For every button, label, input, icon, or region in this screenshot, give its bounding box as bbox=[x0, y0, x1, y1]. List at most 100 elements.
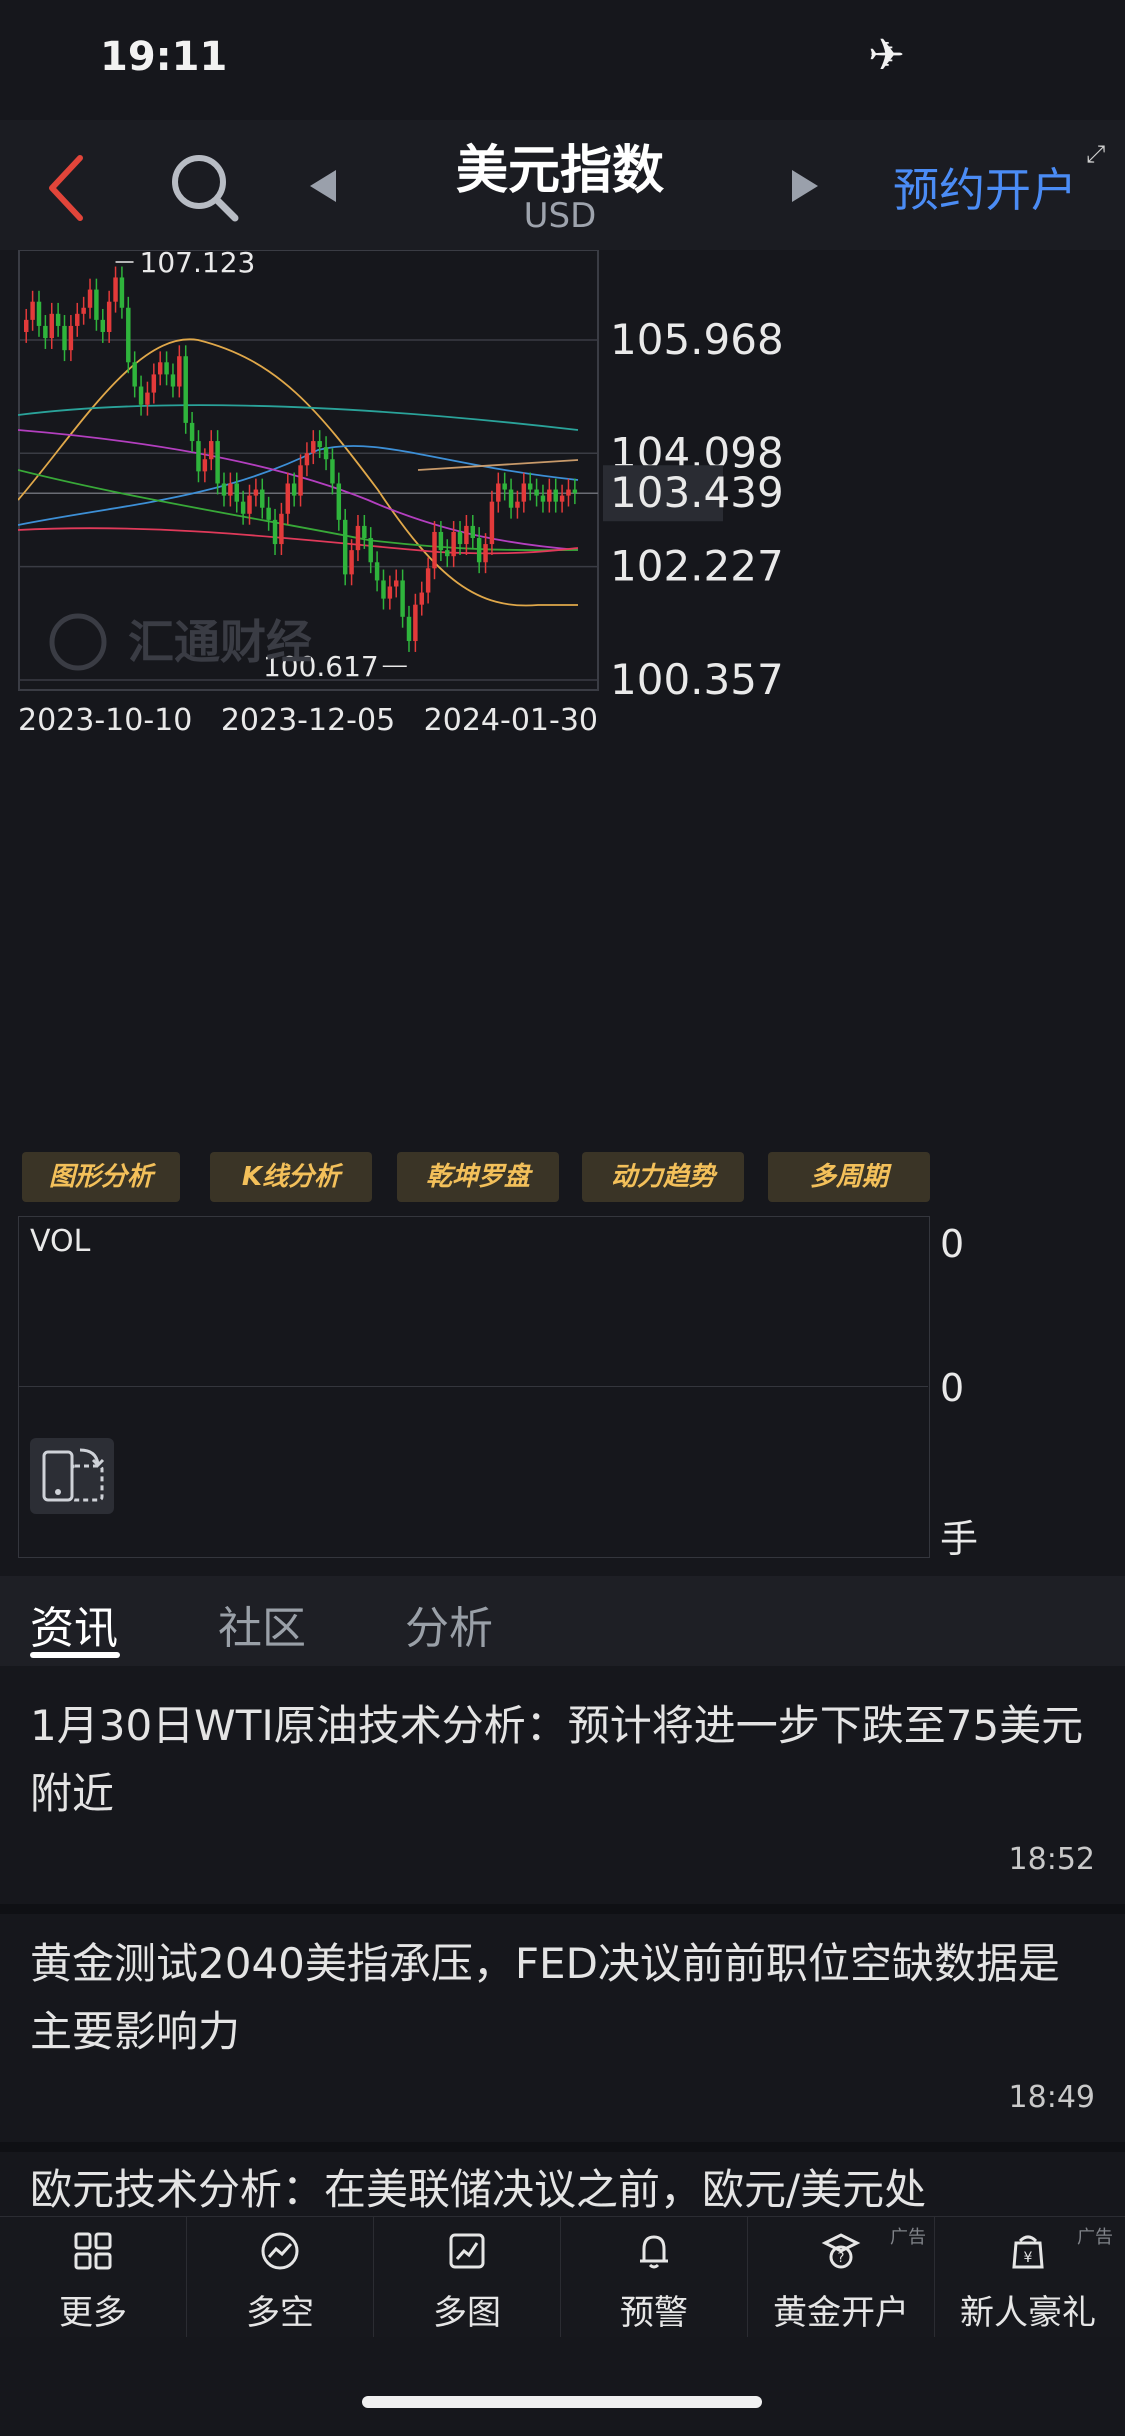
expand-icon[interactable]: ⤢ bbox=[1086, 140, 1105, 168]
tab-news[interactable]: 资讯 bbox=[30, 1592, 118, 1656]
news-item[interactable]: 黄金测试2040美指承压，FED决议前前职位空缺数据是主要影响力 18:49 bbox=[0, 1914, 1125, 2152]
candle-body bbox=[279, 513, 284, 545]
candle-body bbox=[496, 483, 501, 502]
candle-body bbox=[540, 495, 546, 502]
ma-line-orange bbox=[18, 338, 578, 607]
candle-body bbox=[400, 580, 405, 617]
candle-body bbox=[43, 325, 48, 339]
candle-body bbox=[317, 441, 322, 448]
tab-momentum-trend[interactable]: 动力趋势 bbox=[582, 1152, 744, 1202]
tab-kline-analysis[interactable]: K线分析 bbox=[210, 1152, 372, 1202]
candle-body bbox=[342, 519, 348, 575]
prev-symbol-arrow-icon[interactable] bbox=[310, 170, 336, 202]
candle-body bbox=[387, 586, 393, 599]
candle-body bbox=[336, 483, 342, 520]
airplane-mode-icon: ✈ bbox=[868, 30, 905, 81]
candle-body bbox=[183, 356, 188, 423]
volume-panel bbox=[18, 1216, 930, 1558]
candle-body bbox=[483, 544, 488, 563]
y-axis-label: 100.357 bbox=[610, 655, 784, 704]
candle-body bbox=[285, 483, 291, 514]
svg-text:¥: ¥ bbox=[1024, 2250, 1033, 2266]
bottom-nav-new-user-gift[interactable]: 广告 ¥ 新人豪礼 bbox=[935, 2217, 1121, 2337]
reserve-account-button[interactable]: 预约开户 bbox=[893, 154, 1077, 220]
news-time: 18:49 bbox=[1008, 2080, 1095, 2115]
candle-body bbox=[62, 325, 67, 351]
candle-body bbox=[100, 319, 106, 332]
candle-body bbox=[221, 483, 227, 496]
chart-tool-tabs: 图形分析 K线分析 乾坤罗盘 动力趋势 多周期 bbox=[22, 1152, 932, 1202]
tab-analysis[interactable]: 分析 bbox=[405, 1592, 493, 1656]
x-axis-label: 2024-01-30 bbox=[424, 703, 598, 738]
bottom-nav-label: 多图 bbox=[433, 2293, 501, 2333]
candle-body bbox=[515, 501, 520, 508]
price-chart[interactable]: 105.968104.098103.439102.227100.3572023-… bbox=[18, 250, 928, 1090]
candle-body bbox=[445, 550, 450, 557]
candle-body bbox=[157, 362, 163, 375]
volume-unit: 手 bbox=[940, 1517, 979, 1561]
candle-body bbox=[432, 531, 437, 569]
candle-body bbox=[87, 289, 93, 308]
candle-body bbox=[215, 441, 220, 484]
status-time: 19:11 bbox=[100, 34, 228, 80]
news-item[interactable]: 1月30日WTI原油技术分析：预计将进一步下跌至75美元附近 18:52 bbox=[0, 1666, 1125, 1914]
bottom-nav-label: 预警 bbox=[620, 2293, 688, 2333]
candle-body bbox=[75, 313, 80, 326]
candle-body bbox=[521, 483, 527, 502]
next-symbol-arrow-icon[interactable] bbox=[792, 170, 818, 202]
candle-body bbox=[298, 465, 303, 496]
bottom-nav-multi-chart[interactable]: 多图 bbox=[374, 2217, 561, 2337]
tab-compass[interactable]: 乾坤罗盘 bbox=[397, 1152, 559, 1202]
tab-community[interactable]: 社区 bbox=[218, 1592, 306, 1656]
candle-body bbox=[228, 483, 233, 496]
page-title: 美元指数 bbox=[455, 141, 664, 201]
candle-body bbox=[502, 483, 507, 490]
home-indicator[interactable] bbox=[362, 2396, 762, 2408]
candle-body bbox=[196, 441, 201, 472]
trend-circle-icon bbox=[261, 2232, 299, 2270]
bottom-nav-label: 多空 bbox=[246, 2293, 314, 2333]
bottom-nav: 更多 多空 多图 预警 广告 ? 黄金开户 广告 ¥ 新人豪礼 bbox=[0, 2216, 1125, 2337]
candle-body bbox=[457, 531, 463, 545]
bottom-nav-more[interactable]: 更多 bbox=[0, 2217, 187, 2337]
candle-body bbox=[374, 562, 380, 581]
candle-body bbox=[304, 453, 310, 466]
candle-body bbox=[470, 525, 476, 539]
candle-body bbox=[527, 483, 533, 490]
candle-body bbox=[534, 489, 539, 496]
bottom-nav-label: 更多 bbox=[59, 2293, 127, 2333]
candle-body bbox=[132, 362, 137, 387]
candle-body bbox=[489, 501, 495, 545]
rotate-screen-icon bbox=[42, 1448, 105, 1502]
svg-text:?: ? bbox=[838, 2251, 845, 2266]
candle-body bbox=[81, 307, 86, 314]
bottom-nav-long-short[interactable]: 多空 bbox=[187, 2217, 374, 2337]
y-axis-label: 103.439 bbox=[610, 468, 784, 517]
candle-body bbox=[36, 301, 42, 326]
tab-graphic-analysis[interactable]: 图形分析 bbox=[22, 1152, 180, 1202]
page-subtitle: USD bbox=[523, 196, 597, 236]
bottom-nav-alert[interactable]: 预警 bbox=[561, 2217, 748, 2337]
news-title: 黄金测试2040美指承压，FED决议前前职位空缺数据是主要影响力 bbox=[30, 1939, 1060, 2056]
rotate-screen-button[interactable] bbox=[30, 1438, 114, 1514]
tab-multi-period[interactable]: 多周期 bbox=[768, 1152, 930, 1202]
candle-body bbox=[362, 525, 367, 539]
candle-body bbox=[559, 495, 565, 502]
back-arrow-icon[interactable] bbox=[40, 148, 96, 228]
candle-body bbox=[30, 301, 35, 320]
candle-body bbox=[164, 362, 169, 375]
candle-body bbox=[438, 531, 444, 551]
candle-body bbox=[572, 489, 578, 494]
search-icon[interactable] bbox=[165, 148, 245, 228]
candle-body bbox=[247, 495, 252, 514]
candle-body bbox=[368, 538, 373, 563]
candle-body bbox=[566, 489, 571, 496]
bottom-nav-gold-account[interactable]: 广告 ? 黄金开户 bbox=[748, 2217, 935, 2337]
candle-body bbox=[381, 580, 386, 599]
volume-label: VOL bbox=[30, 1224, 91, 1259]
chart-window-icon bbox=[449, 2233, 485, 2269]
candle-body bbox=[349, 550, 354, 575]
bell-icon bbox=[640, 2235, 668, 2269]
active-tab-indicator bbox=[30, 1652, 120, 1658]
news-item[interactable]: 欧元技术分析：在美联储决议之前，欧元/美元处 bbox=[0, 2152, 1125, 2216]
